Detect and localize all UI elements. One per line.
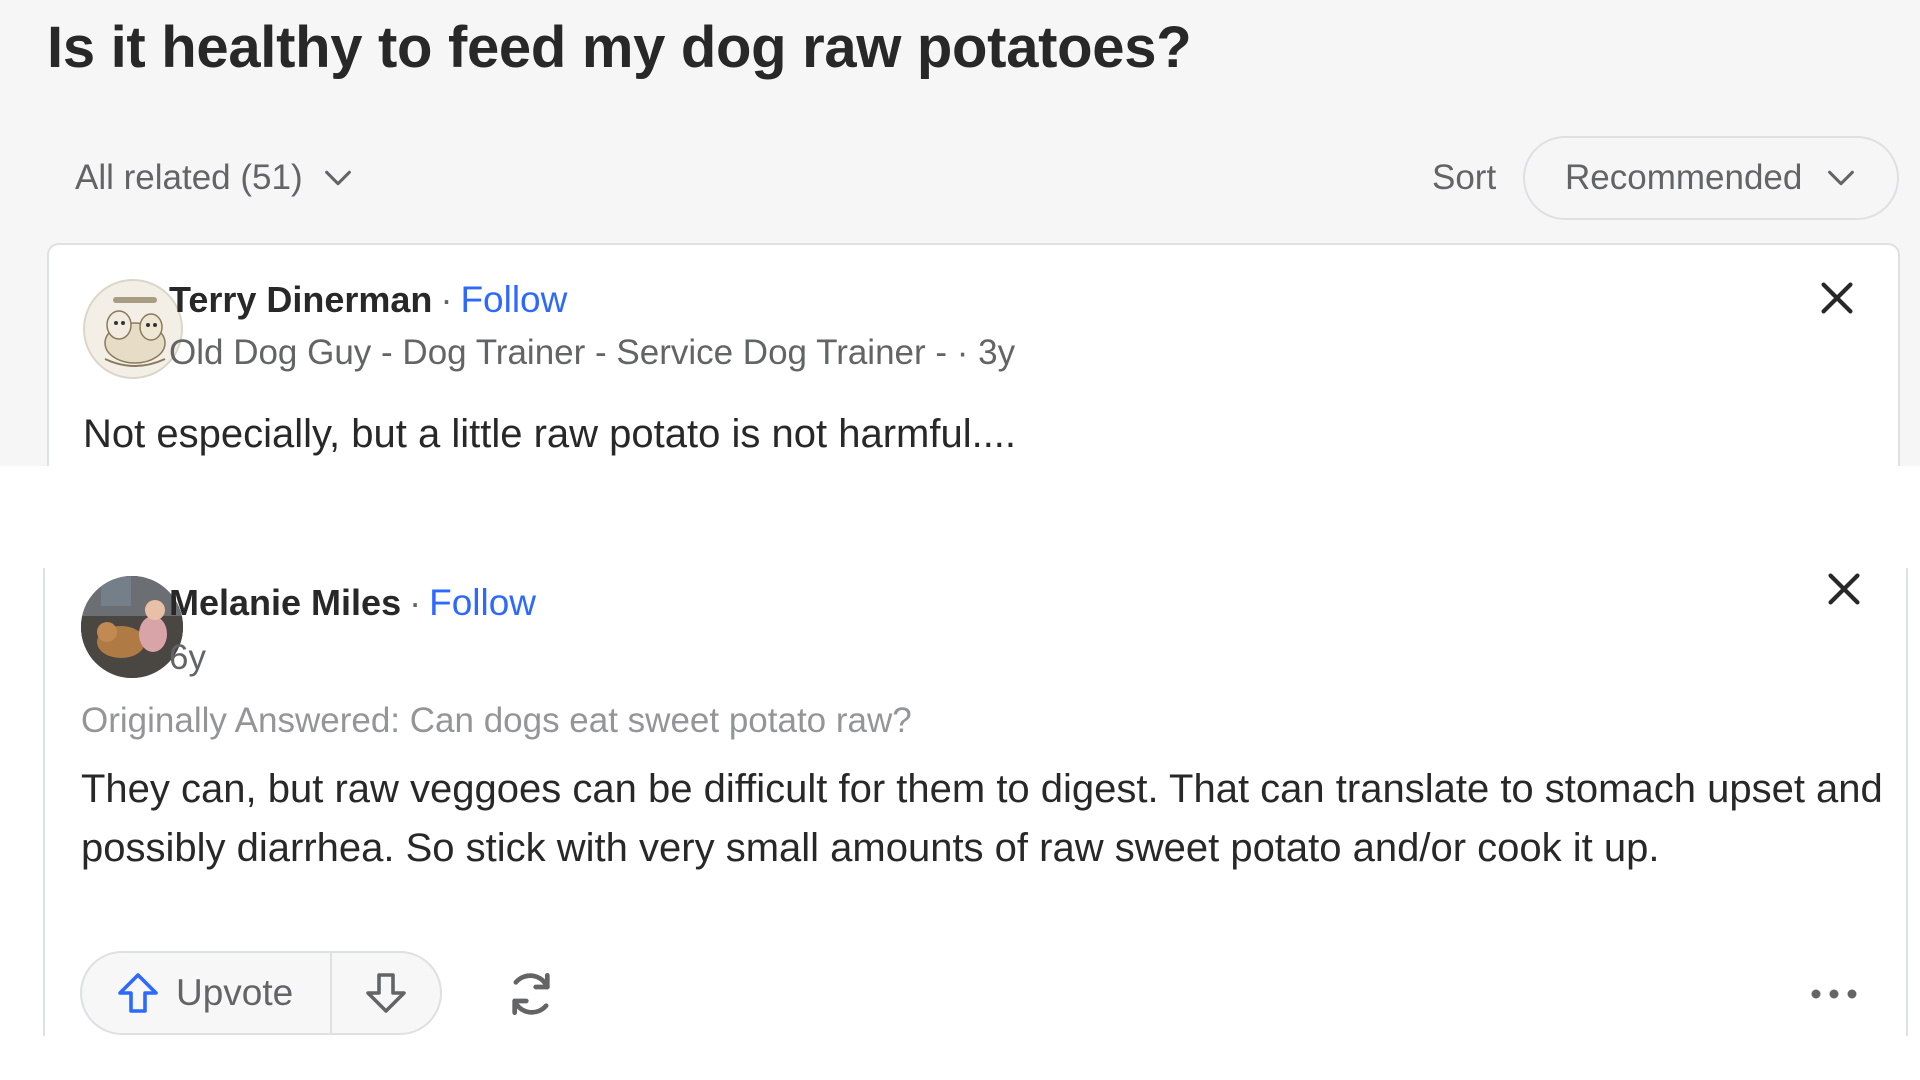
vote-buttons: Upvote	[80, 951, 442, 1035]
upvote-label: Upvote	[176, 972, 294, 1013]
author-credential: Old Dog Guy - Dog Trainer - Service Dog …	[169, 333, 1016, 372]
sort-value: Recommended	[1565, 158, 1803, 197]
all-related-dropdown[interactable]: All related (51)	[75, 158, 355, 198]
separator-dot: ·	[440, 279, 453, 320]
card-border	[1906, 568, 1908, 1036]
follow-button[interactable]: Follow	[429, 582, 536, 624]
refresh-icon[interactable]	[503, 966, 559, 1022]
answer-timestamp: 6y	[169, 638, 206, 677]
arrow-up-icon	[118, 973, 158, 1013]
author-name[interactable]: Terry Dinerman	[169, 279, 432, 321]
answer-text[interactable]: Not especially, but a little raw potato …	[83, 405, 1016, 464]
close-icon[interactable]	[1814, 275, 1860, 321]
page-title: Is it healthy to feed my dog raw potatoe…	[47, 15, 1192, 80]
author-name[interactable]: Melanie Miles	[169, 582, 401, 624]
originally-answered-link[interactable]: Originally Answered: Can dogs eat sweet …	[81, 701, 912, 741]
answer-text[interactable]: They can, but raw veggoes can be difficu…	[81, 760, 1911, 878]
author-line: Melanie Miles · Follow	[169, 582, 536, 624]
chevron-down-icon	[1828, 170, 1855, 186]
upvote-button[interactable]: Upvote	[82, 953, 332, 1033]
answer-card: Terry Dinerman · Follow Old Dog Guy - Do…	[47, 243, 1900, 503]
sort-label: Sort	[1432, 158, 1497, 197]
sort-dropdown[interactable]: Recommended	[1523, 136, 1899, 220]
separator-dot: ·	[409, 582, 422, 623]
follow-button[interactable]: Follow	[460, 279, 567, 321]
more-dots-icon[interactable]	[1806, 976, 1862, 1012]
card-divider-gap	[0, 466, 1920, 568]
downvote-button[interactable]	[332, 953, 440, 1033]
avatar[interactable]	[83, 279, 183, 379]
all-related-label: All related (51)	[75, 158, 303, 197]
close-icon[interactable]	[1821, 566, 1867, 612]
avatar[interactable]	[81, 576, 183, 678]
author-line: Terry Dinerman · Follow	[169, 279, 567, 321]
person-with-dog-photo	[81, 576, 183, 678]
chevron-down-icon	[324, 170, 351, 186]
arrow-down-icon	[366, 973, 406, 1013]
